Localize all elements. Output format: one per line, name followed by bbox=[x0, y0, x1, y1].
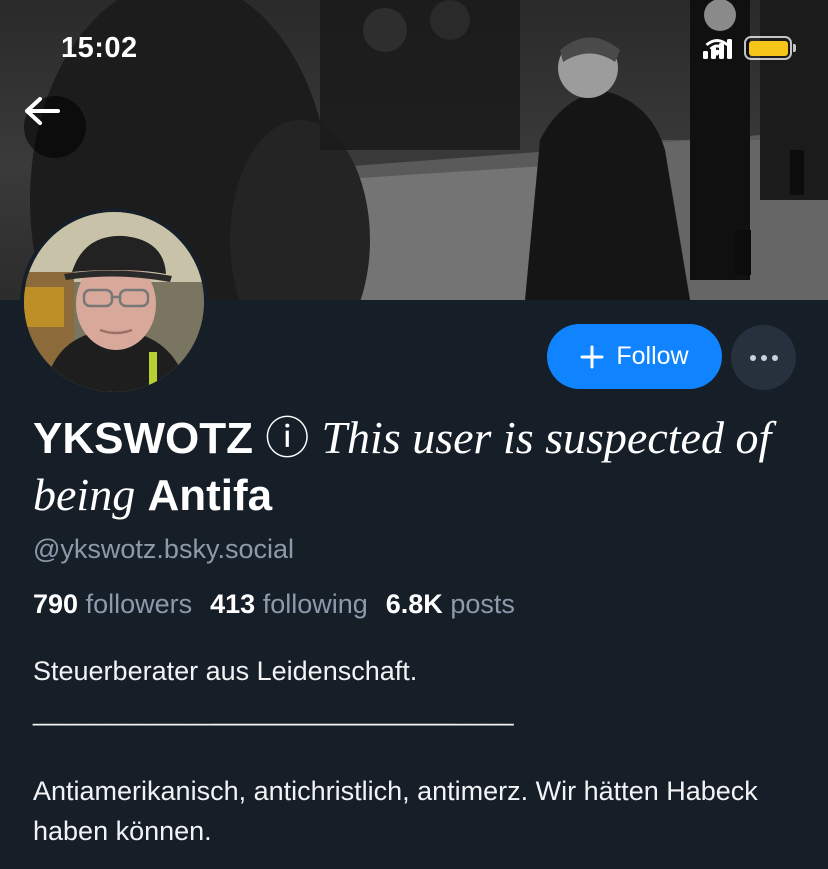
followers-stat[interactable]: 790 followers bbox=[33, 589, 192, 620]
following-label: following bbox=[262, 589, 368, 619]
back-button[interactable] bbox=[24, 96, 86, 158]
posts-count: 6.8K bbox=[385, 589, 443, 619]
more-options-button[interactable] bbox=[731, 325, 796, 390]
posts-label: posts bbox=[450, 589, 515, 619]
avatar[interactable] bbox=[20, 208, 208, 396]
followers-label: followers bbox=[85, 589, 193, 619]
following-count: 413 bbox=[210, 589, 256, 619]
battery-icon bbox=[744, 36, 796, 60]
avatar-photo bbox=[24, 212, 204, 392]
follow-button[interactable]: Follow bbox=[547, 324, 722, 389]
display-name-main: YKSWOTZ bbox=[33, 414, 253, 463]
wifi-icon bbox=[705, 39, 729, 56]
status-time: 15:02 bbox=[61, 32, 138, 64]
plus-icon bbox=[580, 345, 604, 368]
profile-screen: 15:02 Follow YKSWOTZ ⓘ This user is susp… bbox=[0, 0, 828, 869]
follow-label: Follow bbox=[616, 342, 689, 370]
posts-stat: 6.8K posts bbox=[386, 589, 515, 620]
info-icon: ⓘ bbox=[265, 414, 310, 463]
following-stat[interactable]: 413 following bbox=[210, 589, 368, 620]
status-icons bbox=[703, 36, 796, 60]
profile-bio: Steuerberater aus Leidenschaft. ________… bbox=[33, 656, 758, 846]
display-name: YKSWOTZ ⓘ This user is suspected of bein… bbox=[33, 410, 803, 524]
ellipsis-icon bbox=[749, 354, 756, 361]
followers-count: 790 bbox=[33, 589, 79, 619]
battery-fill bbox=[748, 40, 788, 56]
profile-handle: @ykswotz.bsky.social bbox=[33, 534, 294, 564]
arrow-left-icon bbox=[25, 97, 60, 125]
profile-stats: 790 followers 413 following 6.8K posts bbox=[33, 589, 515, 620]
display-name-bold-suffix: Antifa bbox=[147, 471, 273, 520]
